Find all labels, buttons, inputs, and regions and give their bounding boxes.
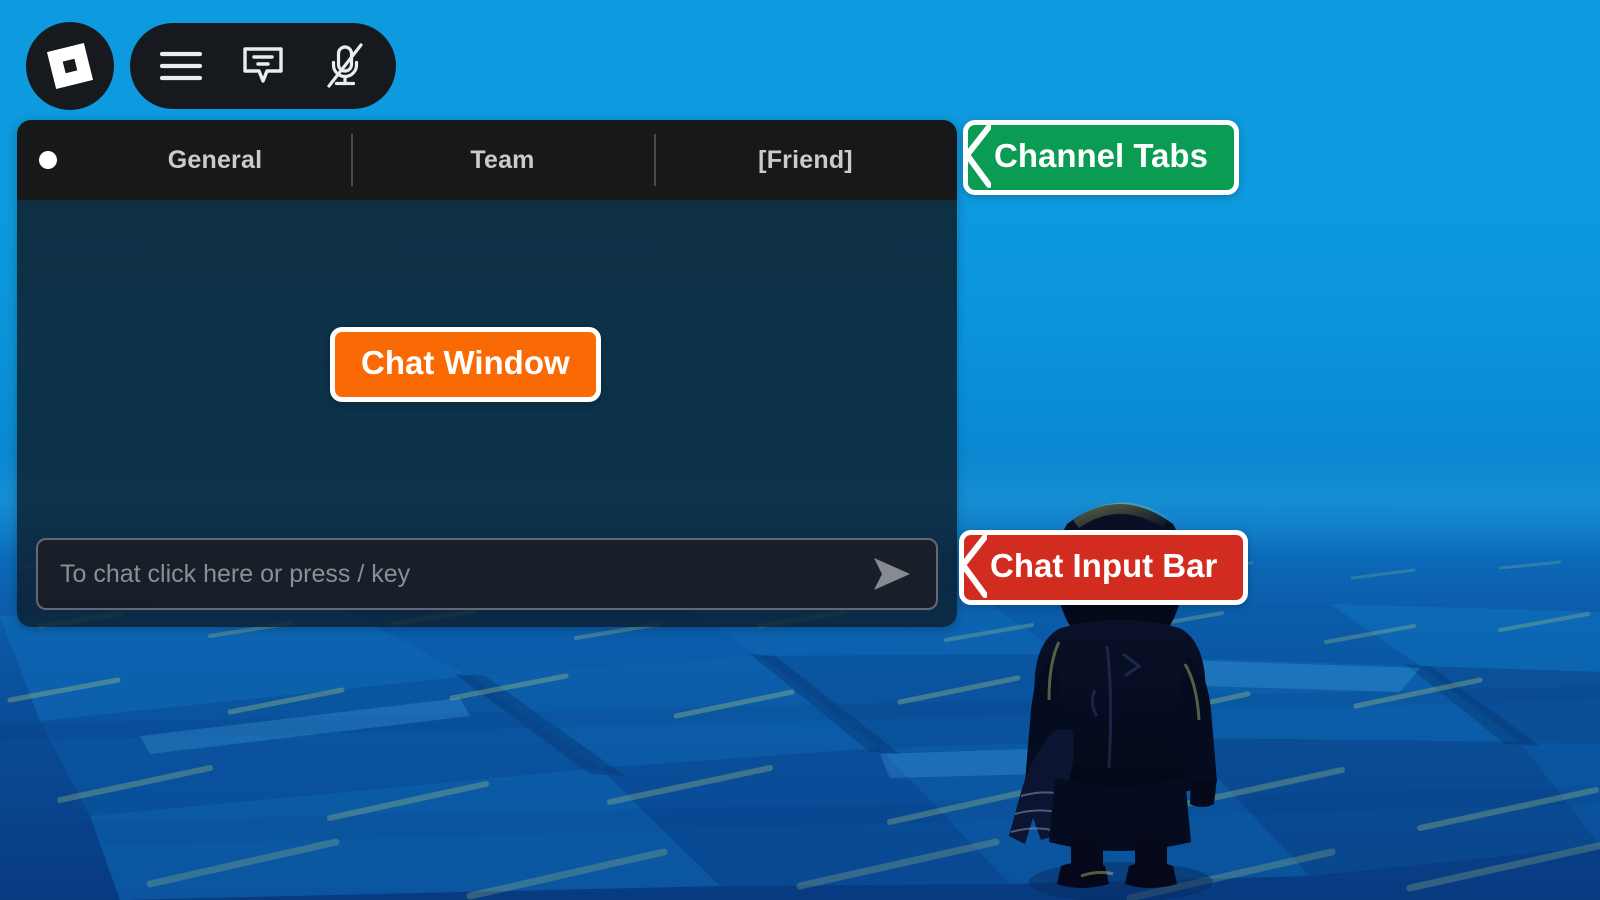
chat-bubble-icon	[243, 47, 283, 83]
callout-channel-tabs-label: Channel Tabs	[963, 120, 1239, 195]
callout-chat-input: Chat Input Bar	[959, 530, 1249, 605]
game-screen: General Team [Friend] To chat click here…	[0, 0, 1600, 900]
chat-toggle-button[interactable]	[224, 27, 302, 105]
callout-channel-tabs: Channel Tabs	[963, 120, 1239, 195]
top-navigation-bar	[26, 22, 396, 110]
tab-team-label: Team	[470, 145, 535, 174]
active-channel-dot-icon	[39, 151, 57, 169]
chat-input-bar[interactable]: To chat click here or press / key	[36, 538, 938, 610]
chat-input-placeholder: To chat click here or press / key	[60, 559, 411, 588]
tab-general-label: General	[167, 145, 263, 174]
microphone-muted-icon	[327, 43, 363, 88]
tab-general[interactable]: General	[79, 120, 351, 200]
top-action-pill-group	[130, 23, 396, 109]
chat-message-area: To chat click here or press / key	[17, 201, 957, 627]
menu-button[interactable]	[142, 27, 220, 105]
send-arrow-icon[interactable]	[870, 554, 914, 594]
hamburger-menu-icon	[159, 51, 203, 81]
callout-chat-input-label: Chat Input Bar	[959, 530, 1249, 605]
tab-friend-label: [Friend]	[758, 145, 853, 174]
roblox-logo-button[interactable]	[26, 22, 114, 110]
channel-tabs-bar: General Team [Friend]	[17, 120, 957, 201]
microphone-mute-button[interactable]	[306, 27, 384, 105]
roblox-logo-icon	[46, 42, 94, 90]
tab-team[interactable]: Team	[351, 120, 654, 200]
active-channel-indicator-wrap	[17, 120, 79, 200]
tab-friend[interactable]: [Friend]	[654, 120, 957, 200]
callout-chat-window: Chat Window	[330, 327, 601, 402]
callout-chat-window-label: Chat Window	[330, 327, 601, 402]
